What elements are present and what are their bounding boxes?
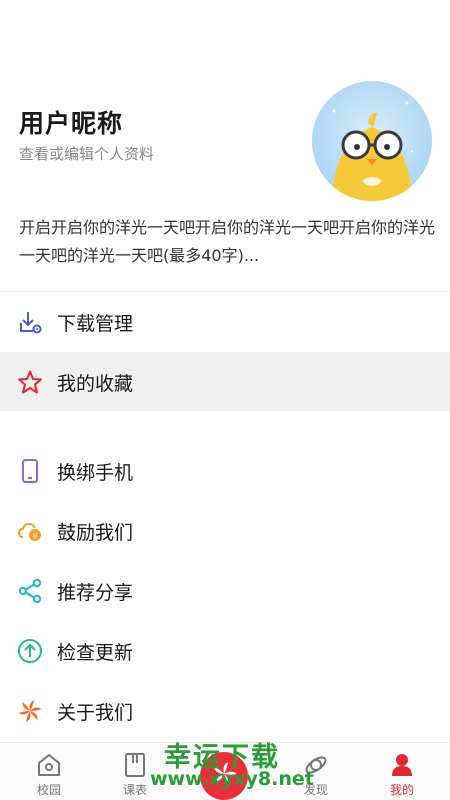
profile-icon (388, 751, 416, 779)
tab-label: 我的 (389, 783, 414, 797)
menu-label: 推荐分享 (57, 581, 134, 604)
star-icon (17, 369, 43, 395)
tab-campus[interactable]: 校园 (14, 743, 84, 800)
username: 用户昵称 (19, 109, 124, 138)
menu-item-change-phone[interactable]: 换绑手机 (0, 441, 450, 501)
menu-item-recommend-share[interactable]: 推荐分享 (0, 561, 450, 621)
section-gap (0, 411, 450, 441)
pinwheel-icon (210, 760, 238, 792)
svg-text:¥: ¥ (32, 532, 37, 541)
phone-icon (17, 458, 43, 484)
menu-item-about-us[interactable]: 关于我们 (0, 681, 450, 741)
upload-arrow-icon (17, 638, 43, 664)
bio-text: 开启开启你的洋光一天吧开启你的洋光一天吧开启你的洋光一天吧的洋光一天吧(最多40… (19, 218, 436, 265)
profile-header[interactable]: 用户昵称 查看或编辑个人资料 开启开启你的洋光一天吧开启你的洋光一天吧开启你的洋… (0, 0, 450, 292)
menu-label: 下载管理 (57, 312, 134, 335)
discover-icon (302, 751, 330, 779)
menu-item-download-manager[interactable]: 下载管理 (0, 292, 450, 352)
cloud-coin-icon: ¥ (17, 518, 43, 544)
tab-schedule[interactable]: 课表 (100, 743, 170, 800)
download-settings-icon (17, 309, 43, 335)
campus-icon (35, 751, 63, 779)
tab-label: 校园 (36, 783, 61, 797)
menu-label: 鼓励我们 (57, 521, 134, 544)
tab-label: 发现 (303, 783, 328, 797)
menu-item-check-update[interactable]: 检查更新 (0, 621, 450, 681)
menu-item-favorites[interactable]: 我的收藏 (0, 352, 450, 412)
tab-discover[interactable]: 发现 (281, 743, 351, 800)
menu-label: 检查更新 (57, 641, 134, 664)
edit-profile-link[interactable]: 查看或编辑个人资料 (19, 143, 154, 164)
share-icon (17, 578, 43, 604)
center-action-button[interactable] (200, 752, 248, 800)
menu-label: 关于我们 (57, 701, 134, 724)
avatar[interactable] (312, 81, 432, 201)
menu-item-encourage-us[interactable]: ¥ 鼓励我们 (0, 501, 450, 561)
tab-mine[interactable]: 我的 (367, 743, 437, 800)
pinwheel-icon (17, 698, 43, 724)
menu-label: 我的收藏 (57, 372, 134, 395)
schedule-icon (121, 751, 149, 779)
tab-label: 课表 (122, 783, 147, 797)
menu-label: 换绑手机 (57, 461, 134, 484)
